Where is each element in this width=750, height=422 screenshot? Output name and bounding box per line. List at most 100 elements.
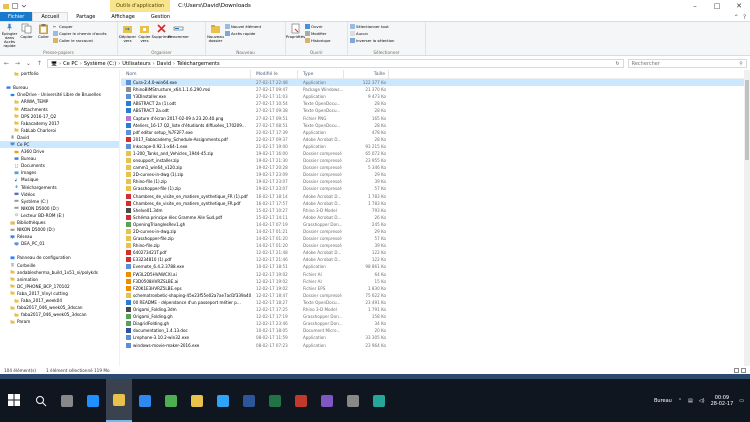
nav-item[interactable]: OneDrive - Université Libre de Bruxelles	[0, 91, 119, 98]
store-icon[interactable]	[132, 379, 158, 422]
file-row[interactable]: onsupport_installer.zip 19-02-17 21:30 Dos…	[121, 157, 750, 164]
file-row[interactable]: Rhino-file (1).zip 19-02-17 23:07 Dossier …	[121, 178, 750, 185]
file-row[interactable]: Shelve01.3dm 15-02-17 10:27 Rhino 3-D Mode…	[121, 207, 750, 214]
new-folder-button[interactable]: Nouveau dossier	[207, 23, 224, 48]
edge-icon[interactable]	[80, 379, 106, 422]
nav-item[interactable]: Bureau	[0, 155, 119, 162]
file-row[interactable]: Origami_Folding.3dm 12-02-17 17:25 Rhino 3…	[121, 306, 750, 313]
file-row[interactable]: Chambres_de_visite_en_matiere_synthetiqu…	[121, 200, 750, 207]
minimize-button[interactable]: –	[684, 0, 706, 12]
nav-item[interactable]: David	[0, 134, 119, 141]
app-icon[interactable]	[314, 379, 340, 422]
move-to-button[interactable]: Déplacer vers	[119, 23, 136, 48]
file-row[interactable]: Rhino-file.zip 14-02-17 01:20 Dossier comp…	[121, 242, 750, 249]
file-row[interactable]: ABSTRACT 2a.odt 27-02-17 09:38 Texte OpenD…	[121, 107, 750, 114]
nav-item[interactable]: Ce PC	[0, 140, 119, 149]
paste-shortcut-button[interactable]: Coller le raccourci	[53, 37, 107, 43]
recent-chevron-icon[interactable]: ⌄	[25, 60, 32, 67]
file-row[interactable]: Lrephone-3.10.2-win32.exe 08-02-17 11:59 A…	[121, 334, 750, 341]
nav-item[interactable]: portfolio	[0, 70, 119, 77]
back-arrow-icon[interactable]: ←	[3, 60, 10, 67]
nav-item[interactable]: ARIWA_TEMP	[0, 98, 119, 105]
folder-icon[interactable]	[184, 379, 210, 422]
nav-item[interactable]: Fabacademy 2017	[0, 120, 119, 127]
file-row[interactable]: camm1_win64_v120.zip 19-02-17 20:28 Dossie…	[121, 164, 750, 171]
rename-button[interactable]: Renommer	[168, 23, 189, 48]
tab-manage[interactable]: Gestion	[143, 12, 178, 21]
nav-item[interactable]: andablesherma_build_1v51_ni/polykds	[0, 269, 119, 276]
up-arrow-icon[interactable]: ↑	[36, 60, 43, 67]
tab-share[interactable]: Partage	[68, 12, 103, 21]
select-none-button[interactable]: Aucun	[350, 30, 394, 36]
delete-button[interactable]: Supprimer	[152, 23, 171, 48]
forward-arrow-icon[interactable]: →	[14, 60, 21, 67]
file-row[interactable]: schematronbetic-shaping-45e23f55e02a7ae7…	[121, 292, 750, 299]
column-header-date[interactable]: Modifié le	[251, 70, 298, 79]
file-row[interactable]: FZ0K1E3HVRZ5LBE.eps 12-02-17 19:02 Fichier…	[121, 285, 750, 292]
pin-quick-access-button[interactable]: Épingler dans Accès rapide	[2, 23, 17, 48]
chevron-up-icon[interactable]: ⌃	[678, 398, 682, 404]
column-header-size[interactable]: Taille	[344, 70, 389, 79]
file-row[interactable]: pdf editor setup_%7F2F7.exe 22-02-17 17:3…	[121, 129, 750, 136]
breadcrumb-users[interactable]: Utilisateurs	[122, 61, 150, 67]
photoshop-icon[interactable]	[210, 379, 236, 422]
breadcrumb-system-drive[interactable]: Système (C:)	[84, 61, 116, 67]
file-row[interactable]: Inkscape-0.92.1-x64-1.exe 21-02-17 19:00 A…	[121, 143, 750, 150]
search-input[interactable]: Rechercher ⚲	[627, 59, 747, 68]
file-row[interactable]: E33234810 (1).pdf 12-02-17 21:46 Adobe Acr…	[121, 256, 750, 263]
paste-button[interactable]: Coller	[36, 23, 51, 48]
file-row[interactable]: Ateliers_16-17 Q2_liste d'étudiants diff…	[121, 122, 750, 129]
nav-item[interactable]: NIKON D5000 (D:)	[0, 205, 119, 212]
nav-item[interactable]: Documents	[0, 162, 119, 169]
new-item-button[interactable]: Nouvel élément	[225, 23, 261, 29]
file-row[interactable]: OpeningTrianglesRev1.gh 14-02-17 07:19 Gra…	[121, 221, 750, 228]
app-icon[interactable]	[366, 379, 392, 422]
tab-home[interactable]: Accueil	[32, 12, 69, 21]
tab-file[interactable]: Fichier	[0, 12, 33, 21]
nav-item[interactable]: DEA_PC_01	[0, 240, 119, 247]
easy-access-button[interactable]: Accès rapide	[225, 30, 261, 36]
nav-item[interactable]: animation	[0, 276, 119, 283]
address-bar[interactable]: 🖥 › Ce PC › Système (C:) › Utilisateurs …	[46, 59, 624, 68]
nav-item[interactable]: NIKON D5000 (D:)	[0, 226, 119, 233]
column-header-name[interactable]: Nom	[121, 70, 251, 79]
file-row[interactable]: FW3L2D5HVAWCXI.ai 12-02-17 19:02 Fichier A…	[121, 271, 750, 278]
nav-item[interactable]: Lecteur BD-ROM (E:)	[0, 212, 119, 219]
notifications-icon[interactable]: ▭	[739, 398, 744, 404]
file-row[interactable]: 1-200_Tanks_and_Vehicles_1944-45.zip 19-0…	[121, 150, 750, 157]
nav-item[interactable]: Musique	[0, 176, 119, 183]
tab-view[interactable]: Affichage	[103, 12, 143, 21]
breadcrumb-downloads[interactable]: Téléchargements	[177, 61, 220, 67]
nav-item[interactable]: Téléchargements	[0, 184, 119, 191]
refresh-icon[interactable]: ↻	[615, 61, 622, 67]
nav-item[interactable]: Panneau de configuration	[0, 254, 119, 261]
nav-item[interactable]: Vidéos	[0, 191, 119, 198]
file-row[interactable]: 2D-curves-in-dwg.zip 14-02-17 01:21 Dossie…	[121, 228, 750, 235]
select-all-button[interactable]: Sélectionner tout	[350, 23, 394, 29]
file-row[interactable]: documentation_1.4.13.doc 10-02-17 18:05 Do…	[121, 327, 750, 334]
nav-item[interactable]: Attachments	[0, 105, 119, 112]
file-row[interactable]: Grasshopper-file (1).zip 19-02-17 23:07 Do…	[121, 185, 750, 192]
nav-item[interactable]: Réseau	[0, 233, 119, 240]
properties-button[interactable]: Propriétés	[286, 23, 305, 48]
close-button[interactable]: ✕	[728, 0, 750, 12]
maximize-button[interactable]: □	[706, 0, 728, 12]
help-icon[interactable]: ?	[743, 14, 746, 21]
desktop-label[interactable]: Bureau	[654, 398, 672, 404]
breadcrumb-this-pc[interactable]: Ce PC	[63, 61, 78, 67]
nav-item[interactable]: DC_IPHONE_BCP_170102	[0, 283, 119, 290]
cut-button[interactable]: ✂ Couper	[53, 23, 107, 29]
file-row[interactable]: windows-movie-maker-2016.exe 08-02-17 07:…	[121, 341, 750, 348]
nav-item[interactable]: Bureau	[0, 84, 119, 91]
nav-item[interactable]: Système (C:)	[0, 198, 119, 205]
nav-item[interactable]: faba2017_046_week05_3dscan	[0, 304, 119, 311]
open-button[interactable]: Ouvrir	[305, 23, 330, 29]
word-icon[interactable]	[236, 379, 262, 422]
nav-item[interactable]: Corbeille	[0, 262, 119, 269]
nav-item[interactable]: Faba_2017_week04	[0, 297, 119, 304]
file-row[interactable]: 2D-curves-in-dwg (1).zip 19-02-17 23:09 Do…	[121, 171, 750, 178]
network-icon[interactable]: ▤	[688, 398, 693, 404]
excel-icon[interactable]	[262, 379, 288, 422]
app-icon[interactable]	[288, 379, 314, 422]
column-header-type[interactable]: Type	[298, 70, 344, 79]
